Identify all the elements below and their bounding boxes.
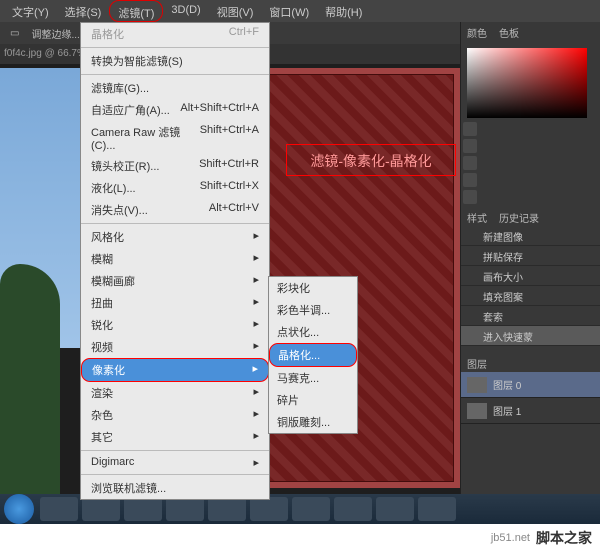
menu-item[interactable]: 锐化▸ <box>81 314 269 336</box>
layer-thumb <box>467 377 487 393</box>
layer-thumb <box>467 403 487 419</box>
tool-icon[interactable] <box>463 139 477 153</box>
menu-item[interactable]: 滤镜(T) <box>109 0 163 22</box>
history-item[interactable]: 画布大小 <box>461 266 600 286</box>
refine-edge[interactable]: 调整边缘... <box>31 26 79 41</box>
taskbar-icon[interactable] <box>334 497 372 521</box>
menu-item[interactable]: Digimarc▸ <box>81 453 269 472</box>
submenu-item[interactable]: 彩色半调... <box>269 299 357 321</box>
menu-item[interactable]: 渲染▸ <box>81 382 269 404</box>
menu-item[interactable]: 像素化▸ <box>81 358 269 382</box>
watermark-site: 脚本之家 <box>536 528 592 548</box>
taskbar-icon[interactable] <box>292 497 330 521</box>
history-tabs: 样式历史记录 <box>461 208 600 226</box>
layer-row[interactable]: 图层 0 <box>461 372 600 398</box>
panel-tab[interactable]: 图层 <box>461 354 493 372</box>
layers-panel: 图层 图层 0图层 1 <box>461 354 600 424</box>
menu-item[interactable]: 自适应广角(A)...Alt+Shift+Ctrl+A <box>81 99 269 121</box>
taskbar-icon[interactable] <box>376 497 414 521</box>
submenu-item[interactable]: 点状化... <box>269 321 357 343</box>
layers-tabs: 图层 <box>461 354 600 372</box>
menu-item[interactable]: 滤镜库(G)... <box>81 77 269 99</box>
tool-icon[interactable] <box>463 122 477 136</box>
taskbar-icon[interactable] <box>418 497 456 521</box>
panel-tab[interactable]: 色板 <box>493 22 525 42</box>
menubar: 文字(Y)选择(S)滤镜(T)3D(D)视图(V)窗口(W)帮助(H) <box>0 0 600 22</box>
submenu-item[interactable]: 碎片 <box>269 389 357 411</box>
menu-item[interactable]: 液化(L)...Shift+Ctrl+X <box>81 177 269 199</box>
menu-item[interactable]: Camera Raw 滤镜(C)...Shift+Ctrl+A <box>81 121 269 155</box>
taskbar-icon[interactable] <box>208 497 246 521</box>
submenu-item[interactable]: 马赛克... <box>269 367 357 389</box>
taskbar-icon[interactable] <box>250 497 288 521</box>
menu-item[interactable]: 转换为智能滤镜(S) <box>81 50 269 72</box>
menu-item[interactable]: 风格化▸ <box>81 226 269 248</box>
menu-item[interactable]: 模糊▸ <box>81 248 269 270</box>
panel-tab[interactable]: 样式 <box>461 208 493 226</box>
color-panel-tabs: 颜色色板 <box>461 22 600 42</box>
menu-item[interactable]: 扭曲▸ <box>81 292 269 314</box>
taskbar-icon[interactable] <box>82 497 120 521</box>
history-item[interactable]: 填充图案 <box>461 286 600 306</box>
menu-item[interactable]: 文字(Y) <box>4 0 57 22</box>
pixelate-submenu: 彩块化彩色半调...点状化...晶格化...马赛克...碎片铜版雕刻... <box>268 276 358 434</box>
tool-icon[interactable] <box>463 190 477 204</box>
history-item[interactable]: 进入快速蒙 <box>461 326 600 346</box>
watermark-url: jb51.net <box>491 532 530 544</box>
history-panel: 样式历史记录 新建图像拼贴保存画布大小填充图案套索进入快速蒙 <box>461 208 600 346</box>
annotation-text: 滤镜-像素化-晶格化 <box>286 144 456 176</box>
tool-icon[interactable] <box>463 156 477 170</box>
layers-list: 图层 0图层 1 <box>461 372 600 424</box>
menu-item[interactable]: 视图(V) <box>209 0 262 22</box>
menu-item[interactable]: 其它▸ <box>81 426 269 448</box>
menu-item[interactable]: 选择(S) <box>57 0 110 22</box>
menu-item[interactable]: 杂色▸ <box>81 404 269 426</box>
watermark: jb51.net 脚本之家 <box>0 524 600 552</box>
menu-item[interactable]: 帮助(H) <box>317 0 370 22</box>
color-picker[interactable] <box>467 48 587 118</box>
menu-item[interactable]: 3D(D) <box>163 0 208 22</box>
start-button[interactable] <box>4 494 34 524</box>
history-item[interactable]: 套索 <box>461 306 600 326</box>
history-item[interactable]: 新建图像 <box>461 226 600 246</box>
image-tree <box>0 264 60 504</box>
menu-item[interactable]: 镜头校正(R)...Shift+Ctrl+R <box>81 155 269 177</box>
menu-item[interactable]: 模糊画廊▸ <box>81 270 269 292</box>
submenu-item[interactable]: 铜版雕刻... <box>269 411 357 433</box>
menu-item[interactable]: 浏览联机滤镜... <box>81 477 269 499</box>
menu-item[interactable]: 晶格化Ctrl+F <box>81 23 269 45</box>
menu-item[interactable]: 消失点(V)...Alt+Ctrl+V <box>81 199 269 221</box>
submenu-item[interactable]: 晶格化... <box>269 343 357 367</box>
panel-tab[interactable]: 历史记录 <box>493 208 545 226</box>
vertical-tool-strip <box>463 122 477 207</box>
right-panels: 颜色色板 样式历史记录 新建图像拼贴保存画布大小填充图案套索进入快速蒙 图层 图… <box>460 22 600 494</box>
tool-label: ▭ <box>10 28 19 39</box>
panel-tab[interactable]: 颜色 <box>461 22 493 42</box>
tool-icon[interactable] <box>463 173 477 187</box>
menu-item[interactable]: 窗口(W) <box>261 0 317 22</box>
taskbar-icon[interactable] <box>40 497 78 521</box>
filter-menu-dropdown: 晶格化Ctrl+F 转换为智能滤镜(S) 滤镜库(G)...自适应广角(A)...A… <box>80 22 270 500</box>
layer-row[interactable]: 图层 1 <box>461 398 600 424</box>
taskbar-icon[interactable] <box>166 497 204 521</box>
history-item[interactable]: 拼贴保存 <box>461 246 600 266</box>
submenu-item[interactable]: 彩块化 <box>269 277 357 299</box>
history-list: 新建图像拼贴保存画布大小填充图案套索进入快速蒙 <box>461 226 600 346</box>
taskbar-icon[interactable] <box>124 497 162 521</box>
menu-item[interactable]: 视频▸ <box>81 336 269 358</box>
